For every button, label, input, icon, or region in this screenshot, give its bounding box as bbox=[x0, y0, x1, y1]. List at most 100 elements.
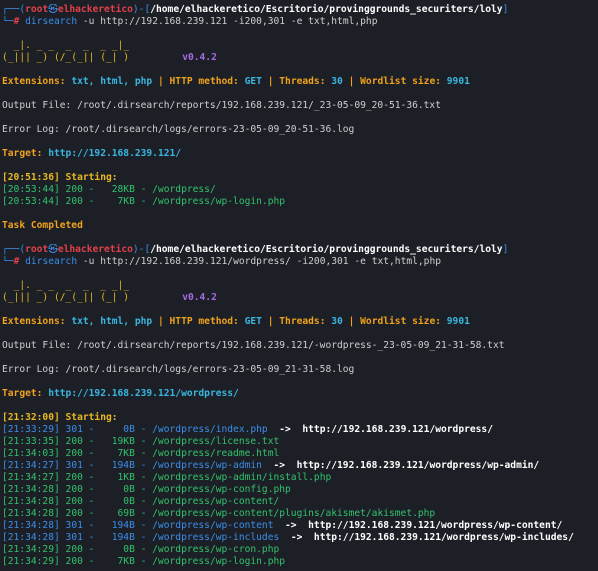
result-row: [21:33:29] 301 - 0B - /wordpress/index.p… bbox=[2, 424, 598, 436]
method-value: GET bbox=[244, 316, 262, 327]
result-row: [21:34:29] 200 - 0B - /wordpress/wp-cron… bbox=[2, 544, 598, 556]
spacer: - bbox=[82, 460, 101, 471]
result-size: 0B bbox=[100, 544, 135, 555]
spacer: - bbox=[134, 196, 153, 207]
spacer: - bbox=[82, 520, 101, 531]
redirect-arrow: -> bbox=[261, 460, 297, 471]
error-log: Error Log: /root/.dirsearch/logs/errors-… bbox=[2, 364, 355, 375]
wordlist-value: 9901 bbox=[446, 316, 470, 327]
result-status: 200 bbox=[65, 448, 83, 459]
result-time: [20:53:44] bbox=[2, 196, 60, 207]
prompt-line: ┌──(root㉿elhackeretico)-[/home/elhackere… bbox=[2, 244, 598, 256]
result-status: 200 bbox=[65, 544, 83, 555]
result-row: [21:34:28] 200 - 69B - /wordpress/wp-con… bbox=[2, 508, 598, 520]
spacer: - bbox=[134, 460, 153, 471]
spacer: - bbox=[82, 196, 101, 207]
result-status: 200 bbox=[65, 508, 83, 519]
dirsearch-logo: _|. _ _ _ _ _ _|_ bbox=[2, 280, 598, 292]
error-log-line: Error Log: /root/.dirsearch/logs/errors-… bbox=[2, 124, 598, 136]
prompt-host: elhackeretico bbox=[57, 4, 133, 15]
result-row: [20:53:44] 200 - 28KB - /wordpress/ bbox=[2, 184, 598, 196]
result-redirect: http://192.168.239.121/wordpress/wp-incl… bbox=[313, 532, 574, 543]
result-time: [21:34:29] bbox=[2, 556, 60, 567]
target-line: Target: http://192.168.239.121/wordpress… bbox=[2, 388, 598, 400]
prompt-bracket: ] bbox=[502, 244, 509, 255]
terminal-window[interactable]: ┌──(root㉿elhackeretico)-[/home/elhackere… bbox=[0, 0, 598, 571]
spacer: - bbox=[82, 472, 101, 483]
method-value: GET bbox=[244, 76, 262, 87]
result-redirect: http://192.168.239.121/wordpress/wp-admi… bbox=[296, 460, 540, 471]
output-file: Output File: /root/.dirsearch/reports/19… bbox=[2, 340, 505, 351]
result-time: [21:34:28] bbox=[2, 508, 60, 519]
spacer: - bbox=[82, 532, 101, 543]
result-status: 200 bbox=[65, 496, 83, 507]
spacer: - bbox=[134, 472, 153, 483]
result-row: [21:34:27] 301 - 194B - /wordpress/wp-ad… bbox=[2, 460, 598, 472]
starting-line: [20:51:36] Starting: bbox=[2, 172, 598, 184]
spacer: - bbox=[82, 508, 101, 519]
spacer: - bbox=[82, 544, 101, 555]
method-label: HTTP method: bbox=[169, 316, 245, 327]
result-status: 200 bbox=[65, 196, 83, 207]
result-path: /wordpress/wp-login.php bbox=[152, 196, 286, 207]
command-args: -u bbox=[77, 16, 101, 27]
command-target: http://192.168.239.121 bbox=[100, 16, 228, 27]
spacer: - bbox=[82, 424, 101, 435]
extensions-label: Extensions: bbox=[2, 76, 72, 87]
prompt-line: ┌──(root㉿elhackeretico)-[/home/elhackere… bbox=[2, 4, 598, 16]
result-row: [21:34:27] 200 - 1KB - /wordpress/wp-adm… bbox=[2, 472, 598, 484]
result-row: [21:34:28] 301 - 194B - /wordpress/wp-in… bbox=[2, 532, 598, 544]
config-line: Extensions: txt, html, php | HTTP method… bbox=[2, 76, 598, 88]
version-label: v0.4.2 bbox=[182, 52, 217, 63]
logo-line: _|. _ _ _ _ _ _|_ bbox=[2, 40, 153, 51]
separator: | bbox=[152, 76, 170, 87]
starting-label: [21:32:00] Starting: bbox=[2, 412, 118, 423]
prompt-path: /home/elhackeretico/Escritorio/provinggr… bbox=[150, 4, 503, 15]
result-size: 0B bbox=[100, 484, 135, 495]
spacer: - bbox=[134, 532, 153, 543]
prompt-arrow: └─ bbox=[2, 256, 14, 267]
prompt-host: elhackeretico bbox=[57, 244, 133, 255]
command-name: dirsearch bbox=[25, 16, 78, 27]
result-size: 1KB bbox=[100, 472, 135, 483]
result-path: /wordpress/wp-cron.php bbox=[152, 544, 280, 555]
result-size: 28KB bbox=[100, 184, 135, 195]
redirect-arrow: -> bbox=[279, 532, 314, 543]
wordlist-value: 9901 bbox=[446, 76, 470, 87]
result-path: /wordpress/wp-login.php bbox=[152, 556, 286, 567]
output-file: Output File: /root/.dirsearch/reports/19… bbox=[2, 100, 441, 111]
spacer: - bbox=[82, 448, 101, 459]
result-time: [21:34:27] bbox=[2, 460, 60, 471]
spacer: - bbox=[134, 496, 153, 507]
threads-value: 30 bbox=[331, 316, 343, 327]
spacer: - bbox=[134, 544, 153, 555]
result-status: 200 bbox=[65, 184, 83, 195]
result-row: [21:34:28] 200 - 0B - /wordpress/wp-conf… bbox=[2, 484, 598, 496]
result-status: 200 bbox=[65, 436, 83, 447]
result-path: /wordpress/readme.html bbox=[152, 448, 280, 459]
spacer: - bbox=[134, 424, 153, 435]
command-args: -i200,301 -e txt,html,php bbox=[227, 16, 378, 27]
command-target: http://192.168.239.121/wordpress/ bbox=[100, 256, 291, 267]
prompt-arrow: └─ bbox=[2, 16, 14, 27]
dirsearch-logo: _|. _ _ _ _ _ _|_ bbox=[2, 40, 598, 52]
error-log-line: Error Log: /root/.dirsearch/logs/errors-… bbox=[2, 364, 598, 376]
logo-line: (_||| _) (/_(_|| (_| ) bbox=[2, 52, 153, 63]
result-path: /wordpress/index.php bbox=[152, 424, 268, 435]
result-size: 69B bbox=[100, 508, 135, 519]
target-label: Target: bbox=[2, 388, 49, 399]
prompt-hash: # bbox=[13, 256, 26, 267]
result-size: 7KB bbox=[100, 556, 135, 567]
redirect-arrow: -> bbox=[267, 424, 303, 435]
command-args: -u bbox=[77, 256, 101, 267]
result-size: 7KB bbox=[100, 196, 135, 207]
result-size: 19KB bbox=[100, 436, 135, 447]
result-redirect: http://192.168.239.121/wordpress/ bbox=[302, 424, 493, 435]
command-name: dirsearch bbox=[25, 256, 78, 267]
result-row: [21:33:35] 200 - 19KB - /wordpress/licen… bbox=[2, 436, 598, 448]
command-line[interactable]: └─# dirsearch -u http://192.168.239.121/… bbox=[2, 256, 598, 268]
command-line[interactable]: └─# dirsearch -u http://192.168.239.121 … bbox=[2, 16, 598, 28]
prompt-user: root bbox=[25, 4, 49, 15]
spacer: - bbox=[134, 484, 153, 495]
target-url: http://192.168.239.121/ bbox=[48, 148, 182, 159]
